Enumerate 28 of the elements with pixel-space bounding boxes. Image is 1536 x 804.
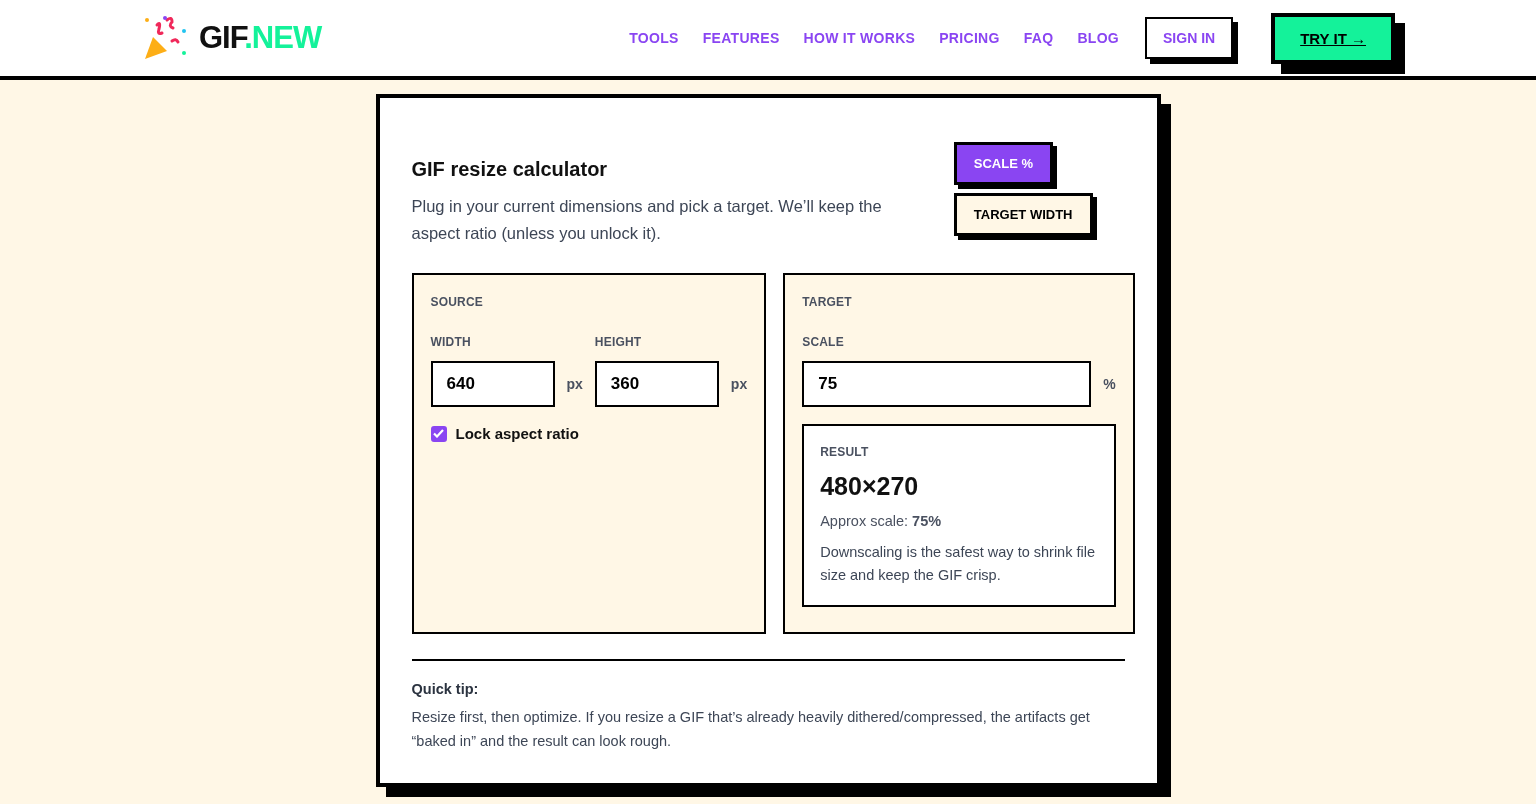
nav-link[interactable]: TOOLS — [629, 30, 679, 46]
panel-heading: TARGET — [802, 295, 853, 309]
result-heading: RESULT — [820, 445, 870, 459]
unit-label: px — [566, 376, 583, 392]
input-field[interactable]: 640 — [430, 361, 555, 407]
approx-scale: Approx scale: 75% — [820, 513, 943, 529]
input-field[interactable]: 75 — [802, 361, 1092, 407]
tip-title: Quick tip: — [411, 681, 480, 697]
field-label: HEIGHT — [594, 335, 643, 349]
unit-label: px — [730, 376, 748, 392]
nav-link[interactable]: BLOG — [1077, 30, 1120, 46]
checkbox-label: Lock aspect ratio — [455, 425, 579, 442]
nav-link[interactable]: HOW IT WORKS — [803, 30, 916, 46]
nav-link[interactable]: PRICING — [939, 30, 1000, 46]
unit-label: % — [1103, 376, 1116, 392]
result-note: Downscaling is the safest way to shrink file size and keep the GIF crisp. — [820, 543, 1096, 585]
tip-text: Resize first, then optimize. If you resize a GIF that’s already heavily dithered/compressed, the artifacts get “baked in” and the result can look rough. — [411, 708, 1091, 751]
calculator-title: GIF resize calculator — [411, 158, 609, 181]
panel-heading: SOURCE — [430, 295, 485, 309]
result-dimensions: 480×270 — [820, 472, 920, 501]
checkbox[interactable] — [430, 425, 447, 442]
field-label: WIDTH — [430, 335, 472, 349]
nav-link[interactable]: FEATURES — [702, 30, 780, 46]
calculator-description: Plug in your current dimensions and pick a target. We’ll keep the aspect ratio (unless you unlock it). — [411, 196, 883, 244]
input-field[interactable]: 360 — [594, 361, 719, 407]
logo-text[interactable]: GIF.NEW — [199, 20, 322, 56]
field-label: SCALE — [802, 335, 845, 349]
nav-link[interactable]: FAQ — [1023, 30, 1054, 46]
